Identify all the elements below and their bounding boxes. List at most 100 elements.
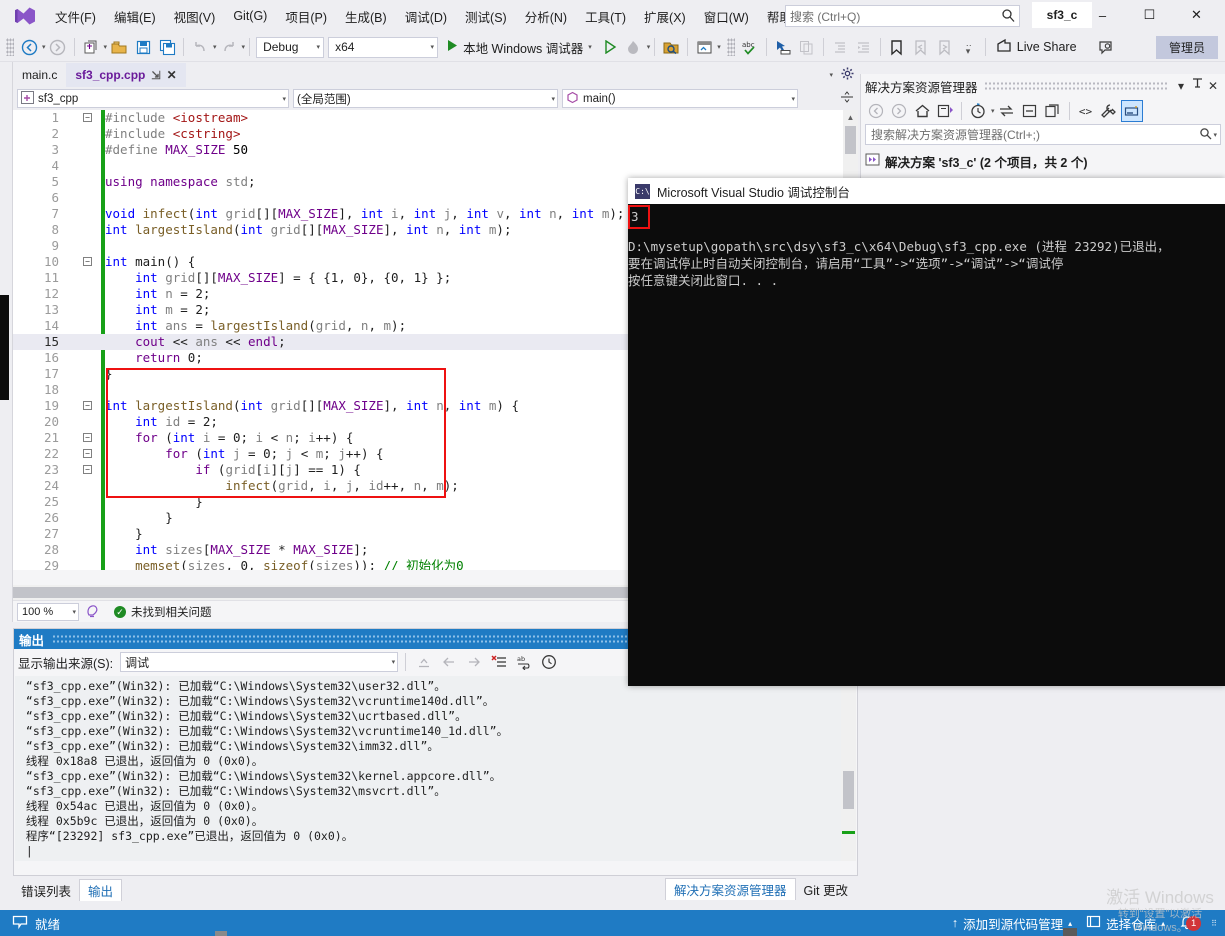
properties-wrench-icon[interactable] <box>1098 100 1120 122</box>
chevron-down-icon[interactable]: ▾ <box>588 43 592 51</box>
panel-tab-git-changes[interactable]: Git 更改 <box>796 878 856 900</box>
start-without-debugging-icon[interactable] <box>599 36 621 58</box>
panel-tab-error-list[interactable]: 错误列表 <box>13 879 79 901</box>
close-tab-icon[interactable]: ✕ <box>167 68 177 82</box>
select-repository-button[interactable]: 选择仓库 ▴ <box>1086 914 1165 933</box>
intellisense-icon[interactable] <box>85 603 100 621</box>
solution-platform-select[interactable]: x64 ▾ <box>328 36 439 58</box>
collapse-region-icon[interactable]: − <box>83 401 92 410</box>
output-text-area[interactable]: “sf3_cpp.exe”(Win32): 已加载“C:\Windows\Sys… <box>15 676 843 861</box>
menu-analyze[interactable]: 分析(N) <box>516 2 576 31</box>
solution-configuration-select[interactable]: Debug ▾ <box>256 36 325 58</box>
navbar-scope-select[interactable]: (全局范围) ▾ <box>293 89 558 108</box>
collapse-all-icon[interactable] <box>1019 100 1041 122</box>
output-scroll-thumb[interactable] <box>843 771 854 809</box>
start-debugging-button[interactable]: 本地 Windows 调试器 ▾ <box>440 35 598 59</box>
menu-git[interactable]: Git(G) <box>224 4 276 28</box>
collapse-region-icon[interactable]: − <box>83 449 92 458</box>
window-close-button[interactable]: ✕ <box>1174 0 1219 30</box>
solution-explorer-search-input[interactable]: 搜索解决方案资源管理器(Ctrl+;) ▾ <box>865 124 1221 145</box>
menu-window[interactable]: 窗口(W) <box>695 2 758 31</box>
select-element-icon[interactable] <box>772 36 794 58</box>
editor-tab-main-c[interactable]: main.c <box>13 63 67 87</box>
back-dropdown-icon[interactable]: ▾ <box>42 43 46 51</box>
debug-console-body[interactable]: 3 D:\mysetup\gopath\src\dsy\sf3_c\x64\De… <box>628 204 1225 288</box>
code-line[interactable]: 2 #include <cstring> <box>13 126 858 142</box>
search-options-dropdown-icon[interactable]: ▾ <box>1213 131 1217 139</box>
menu-extensions[interactable]: 扩展(X) <box>635 2 695 31</box>
gear-icon[interactable] <box>841 67 854 83</box>
toggle-bookmark-icon[interactable] <box>886 36 908 58</box>
menu-tools[interactable]: 工具(T) <box>576 2 635 31</box>
editor-scroll-thumb[interactable] <box>845 126 856 154</box>
view-code-icon[interactable]: <> <box>1075 100 1097 122</box>
resize-grip-icon[interactable]: ⠿ <box>1211 919 1217 928</box>
debug-console-window[interactable]: C:\ Microsoft Visual Studio 调试控制台 3 D:\m… <box>628 178 1225 686</box>
search-in-files-icon[interactable] <box>660 36 682 58</box>
menu-file[interactable]: 文件(F) <box>46 2 105 31</box>
show-timestamps-icon[interactable] <box>538 652 560 672</box>
send-feedback-icon[interactable] <box>1095 36 1117 58</box>
collapse-region-icon[interactable]: − <box>83 113 92 122</box>
collapse-region-icon[interactable]: − <box>83 257 92 266</box>
menu-build[interactable]: 生成(B) <box>336 2 396 31</box>
pending-changes-dropdown-icon[interactable]: ▾ <box>991 107 995 115</box>
output-source-select[interactable]: 调试 ▾ <box>120 652 399 672</box>
pin-tab-icon[interactable]: ⇲ <box>151 69 160 82</box>
navigate-backward-icon[interactable] <box>18 36 40 58</box>
navbar-member-select[interactable]: main() ▾ <box>562 89 798 108</box>
collapse-region-icon[interactable]: − <box>83 465 92 474</box>
global-search-input[interactable]: 搜索 (Ctrl+Q) <box>785 5 1020 27</box>
live-share-button[interactable]: Live Share <box>990 35 1083 59</box>
preview-selected-items-icon[interactable] <box>1120 100 1143 122</box>
collapse-region-icon[interactable]: − <box>83 433 92 442</box>
new-project-icon[interactable] <box>80 36 102 58</box>
home-icon[interactable] <box>911 100 933 122</box>
code-line[interactable]: 1 − #include <iostream> <box>13 110 858 126</box>
menu-edit[interactable]: 编辑(E) <box>105 2 165 31</box>
menu-test[interactable]: 测试(S) <box>456 2 516 31</box>
open-file-icon[interactable] <box>108 36 130 58</box>
panel-tab-output[interactable]: 输出 <box>79 879 123 901</box>
tree-node-solution[interactable]: 解决方案 'sf3_c' (2 个项目，共 2 个) <box>865 151 1221 171</box>
close-panel-icon[interactable]: ✕ <box>1205 79 1221 93</box>
search-icon[interactable] <box>1199 127 1212 143</box>
editor-hscroll-thumb[interactable] <box>13 587 633 598</box>
panel-drag-dots[interactable] <box>983 81 1167 91</box>
zoom-level-select[interactable]: 100 % ▾ <box>17 602 79 621</box>
code-line[interactable]: 4 <box>13 158 858 174</box>
add-to-source-control-button[interactable]: ↑ 添加到源代码管理 ▴ <box>952 914 1072 933</box>
save-icon[interactable] <box>132 36 154 58</box>
toolbar-grip[interactable] <box>6 38 14 56</box>
hot-reload-dropdown-icon[interactable]: ▾ <box>647 43 651 51</box>
tab-list-dropdown-icon[interactable]: ▾ <box>829 71 833 79</box>
output-vertical-scrollbar[interactable] <box>841 676 856 861</box>
sync-with-editor-icon[interactable] <box>996 100 1018 122</box>
issue-status[interactable]: ✓ 未找到相关问题 <box>114 604 212 620</box>
panel-tab-solution-explorer[interactable]: 解决方案资源管理器 <box>665 878 796 900</box>
pending-changes-icon[interactable] <box>967 100 989 122</box>
editor-tab-sf3-cpp[interactable]: sf3_cpp.cpp ⇲ ✕ <box>66 63 186 87</box>
toolbar-overflow-icon[interactable]: ‥ ▾ <box>958 36 980 58</box>
pin-panel-icon[interactable] <box>1189 78 1205 94</box>
menu-project[interactable]: 项目(P) <box>276 2 336 31</box>
window-minimize-button[interactable]: – <box>1080 0 1125 30</box>
menu-debug[interactable]: 调试(D) <box>396 2 456 31</box>
window-maximize-button[interactable]: ☐ <box>1127 0 1172 30</box>
window-layout-icon[interactable] <box>693 36 715 58</box>
save-all-icon[interactable] <box>156 36 178 58</box>
word-wrap-icon[interactable]: ab <box>513 652 535 672</box>
switch-views-icon[interactable] <box>934 100 956 122</box>
window-layout-dropdown-icon[interactable]: ▾ <box>717 43 721 51</box>
menu-view[interactable]: 视图(V) <box>165 2 225 31</box>
show-all-files-icon[interactable] <box>1042 100 1064 122</box>
notifications-button[interactable]: 1 <box>1179 914 1202 932</box>
clear-all-icon[interactable] <box>488 652 510 672</box>
spell-check-icon[interactable]: abc <box>739 36 761 58</box>
toolbar-grip-2[interactable] <box>726 38 735 56</box>
panel-menu-icon[interactable]: ▾ <box>1173 79 1189 93</box>
code-line[interactable]: 3 #define MAX_SIZE 50 <box>13 142 858 158</box>
scroll-up-icon[interactable]: ▲ <box>843 110 858 125</box>
new-project-dropdown-icon[interactable]: ▾ <box>104 43 108 51</box>
navbar-project-select[interactable]: sf3_cpp ▾ <box>17 89 289 108</box>
